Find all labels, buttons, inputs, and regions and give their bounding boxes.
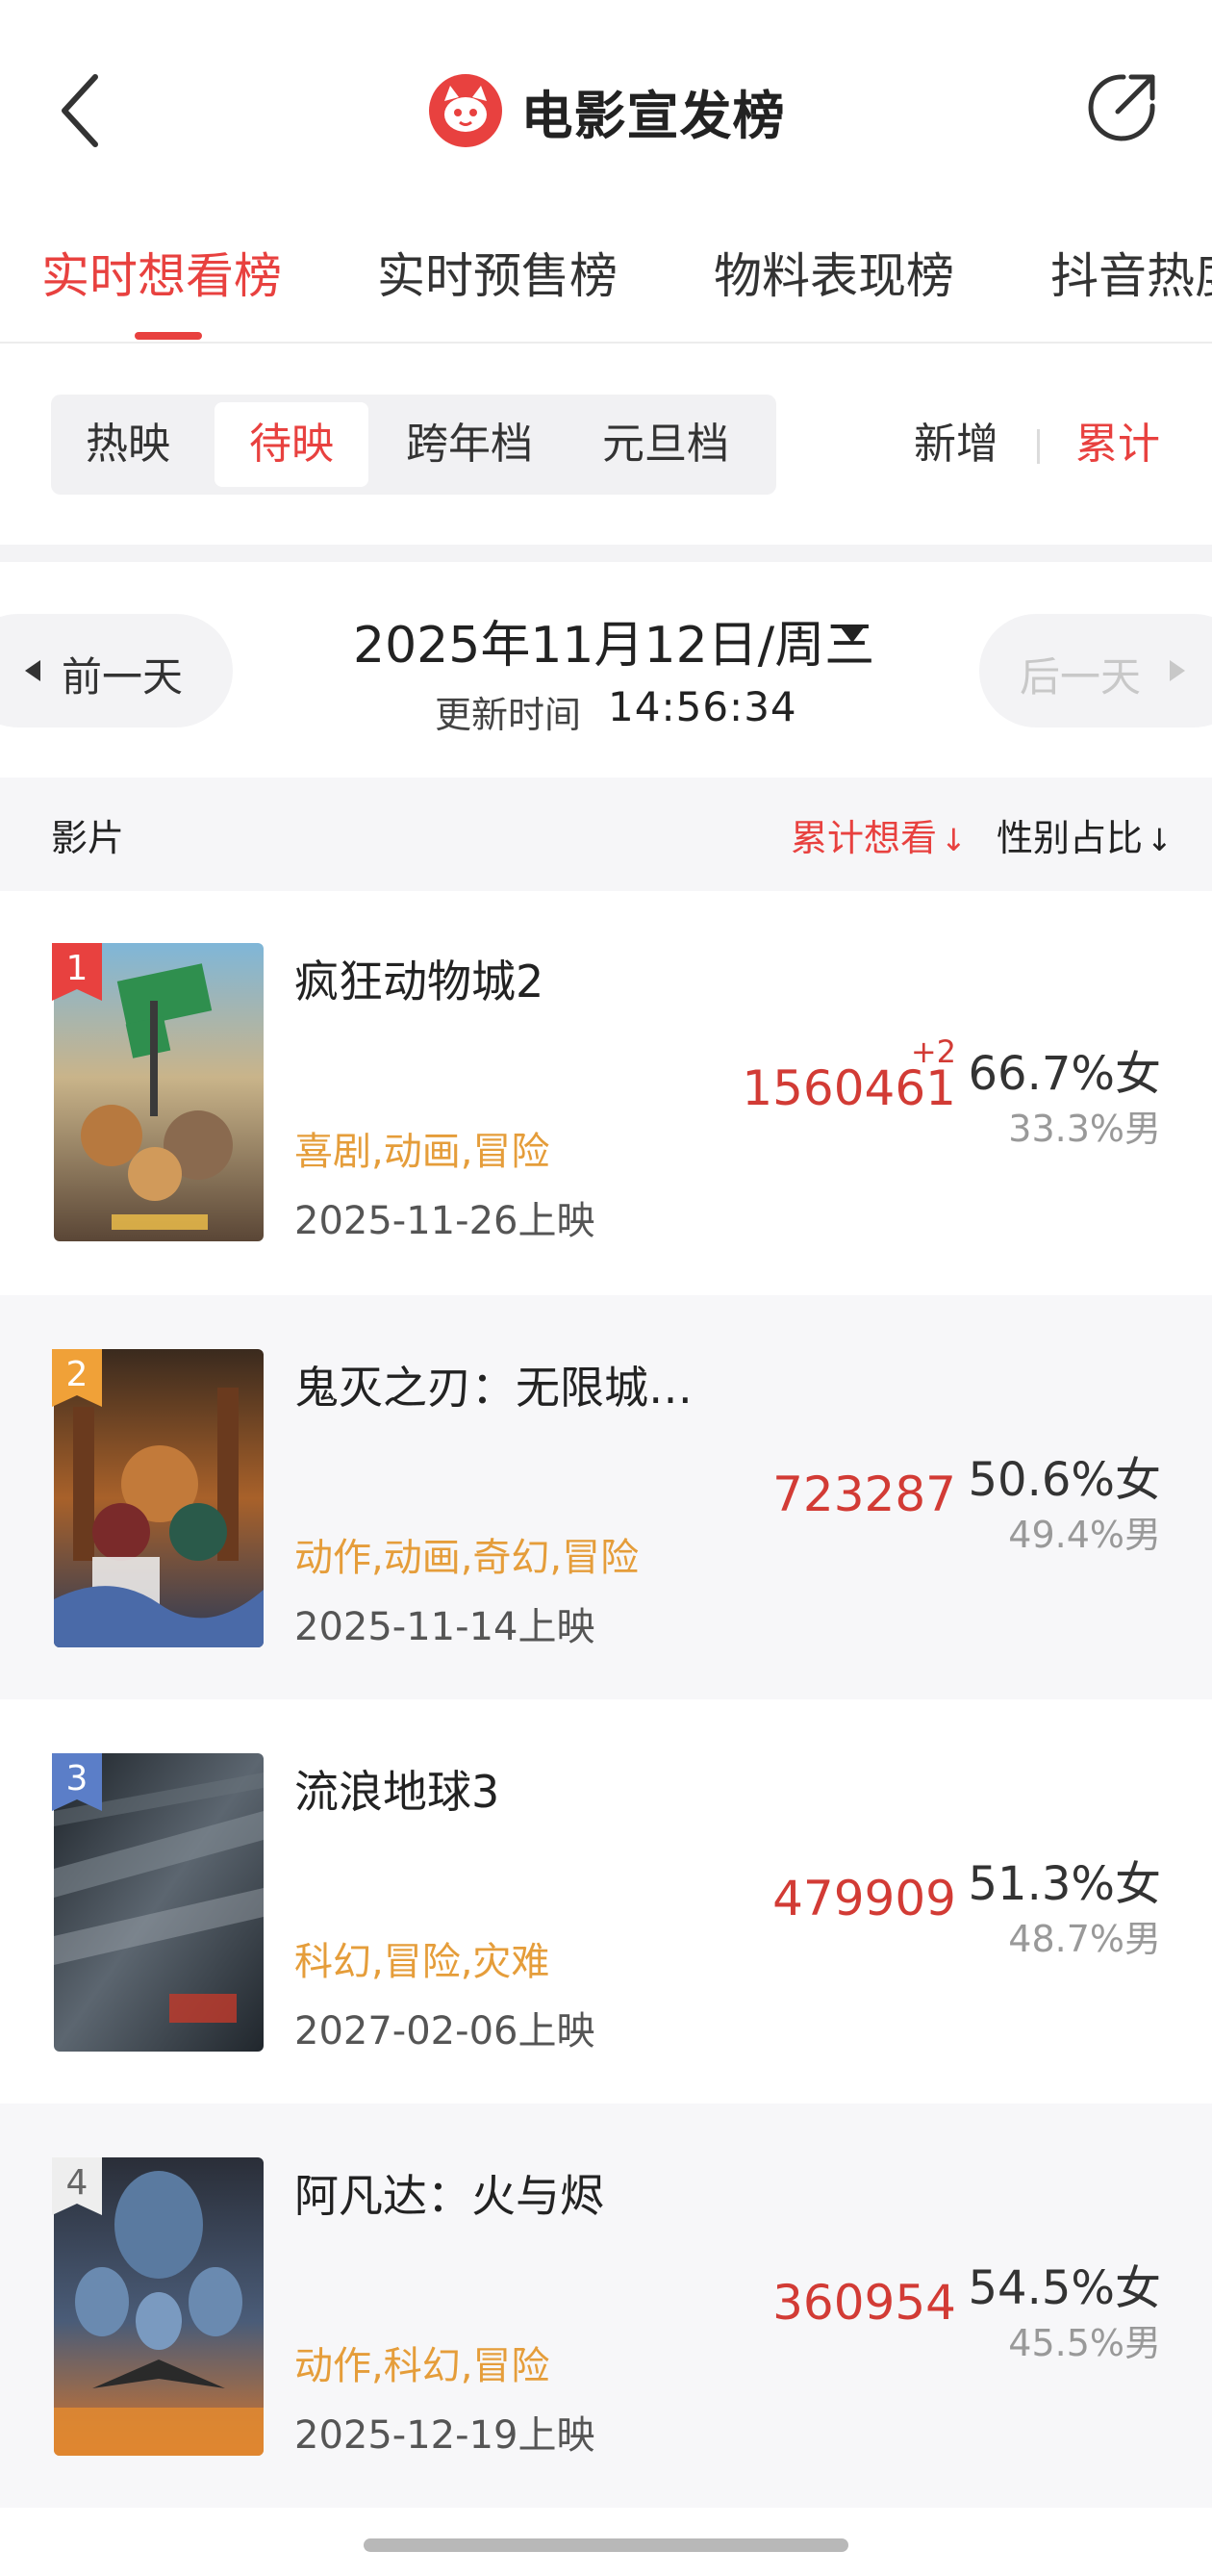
update-time-value: 14:56:34 — [608, 683, 797, 730]
movie-release-date: 2025-12-19上映 — [294, 2413, 595, 2458]
tab-realtime-want[interactable]: 实时想看榜 — [41, 238, 282, 307]
filter-new-year-season[interactable]: 跨年档 — [390, 402, 549, 487]
male-ratio: 45.5%男 — [1008, 2322, 1161, 2364]
column-film: 影片 — [51, 817, 125, 859]
cumulative-want-count: 723287 — [772, 1467, 956, 1522]
sort-arrow-icon: ↓ — [1147, 822, 1173, 858]
share-icon[interactable] — [1085, 69, 1160, 144]
main-tab-bar: 实时想看榜 实时预售榜 物料表现榜 抖音热度榜 — [0, 217, 1212, 344]
movie-title[interactable]: 鬼灭之刃：无限城… — [294, 1353, 693, 1416]
cumulative-want-count: 360954 — [772, 2275, 956, 2331]
rank-number: 3 — [65, 1759, 88, 1798]
movie-release-date: 2025-11-26上映 — [294, 1199, 595, 1243]
column-want-sort[interactable]: 累计想看 ↓ — [791, 808, 967, 861]
cat-logo-icon — [428, 74, 502, 147]
movie-row[interactable]: 4 阿凡达：火与烬 动作,科幻,冒险 2025-12-19上映 360954 5… — [0, 2104, 1212, 2508]
filter-now-showing[interactable]: 热映 — [61, 402, 195, 487]
filter-upcoming[interactable]: 待映 — [215, 402, 368, 487]
column-gender-label: 性别占比 — [997, 817, 1144, 859]
prev-day-label: 前一天 — [62, 653, 184, 701]
movie-genre: 动作,科幻,冒险 — [294, 2344, 550, 2388]
column-want-label: 累计想看 — [791, 817, 938, 859]
caret-right-icon — [1170, 660, 1185, 681]
toggle-total[interactable]: 累计 — [1075, 414, 1160, 475]
column-gender-sort[interactable]: 性别占比 ↓ — [997, 808, 1173, 861]
update-time-label: 更新时间 — [435, 694, 582, 736]
active-tab-indicator — [135, 332, 202, 340]
filter-new-year-day[interactable]: 元旦档 — [586, 402, 745, 487]
date-selector[interactable]: 2025年11月12日/周三 — [353, 604, 874, 676]
female-ratio: 54.5%女 — [968, 2261, 1162, 2315]
toggle-divider — [1037, 429, 1040, 464]
release-status-filter: 热映 待映 跨年档 元旦档 — [51, 395, 776, 495]
movie-row[interactable]: 2 鬼灭之刃：无限城… 动作,动画,奇幻,冒险 2025-11-14上映 723… — [0, 1295, 1212, 1699]
movie-release-date: 2025-11-14上映 — [294, 1605, 595, 1649]
movie-genre: 喜剧,动画,冒险 — [294, 1130, 550, 1174]
home-indicator[interactable] — [364, 2538, 848, 2552]
male-ratio: 49.4%男 — [1008, 1514, 1161, 1556]
caret-left-icon — [25, 660, 40, 681]
tab-douyin-heat[interactable]: 抖音热度榜 — [1050, 238, 1212, 307]
sort-arrow-icon: ↓ — [941, 822, 967, 858]
movie-row[interactable]: 3 流浪地球3 科幻,冒险,灾难 2027-02-06上映 479909 51.… — [0, 1699, 1212, 2104]
male-ratio: 48.7%男 — [1008, 1918, 1161, 1960]
movie-row[interactable]: 1 疯狂动物城2 喜剧,动画,冒险 2025-11-26上映 +2 156046… — [0, 943, 1212, 1347]
tab-realtime-presale[interactable]: 实时预售榜 — [377, 238, 618, 307]
movie-genre: 动作,动画,奇幻,冒险 — [294, 1536, 640, 1580]
female-ratio: 50.6%女 — [968, 1453, 1162, 1507]
cumulative-want-count: 1560461 — [742, 1060, 956, 1116]
section-divider — [0, 545, 1212, 562]
movie-title[interactable]: 阿凡达：火与烬 — [294, 2161, 604, 2225]
movie-genre: 科幻,冒险,灾难 — [294, 1940, 550, 1984]
female-ratio: 66.7%女 — [968, 1047, 1162, 1101]
movie-title[interactable]: 流浪地球3 — [294, 1757, 499, 1821]
header-title-group: 电影宣发榜 — [0, 67, 1212, 154]
rank-number: 1 — [65, 949, 88, 988]
app-header: 电影宣发榜 — [0, 0, 1212, 217]
male-ratio: 33.3%男 — [1008, 1108, 1161, 1150]
rank-number: 4 — [65, 2163, 88, 2203]
page-title: 电影宣发榜 — [520, 85, 786, 146]
rank-number: 2 — [65, 1355, 88, 1394]
female-ratio: 51.3%女 — [968, 1857, 1162, 1911]
movie-title[interactable]: 疯狂动物城2 — [294, 947, 543, 1010]
caret-down-icon[interactable] — [841, 627, 864, 643]
movie-release-date: 2027-02-06上映 — [294, 2009, 595, 2053]
cumulative-want-count: 479909 — [772, 1871, 956, 1926]
tab-material-performance[interactable]: 物料表现榜 — [714, 238, 954, 307]
toggle-new[interactable]: 新增 — [914, 414, 998, 475]
next-day-label: 后一天 — [1020, 653, 1142, 701]
